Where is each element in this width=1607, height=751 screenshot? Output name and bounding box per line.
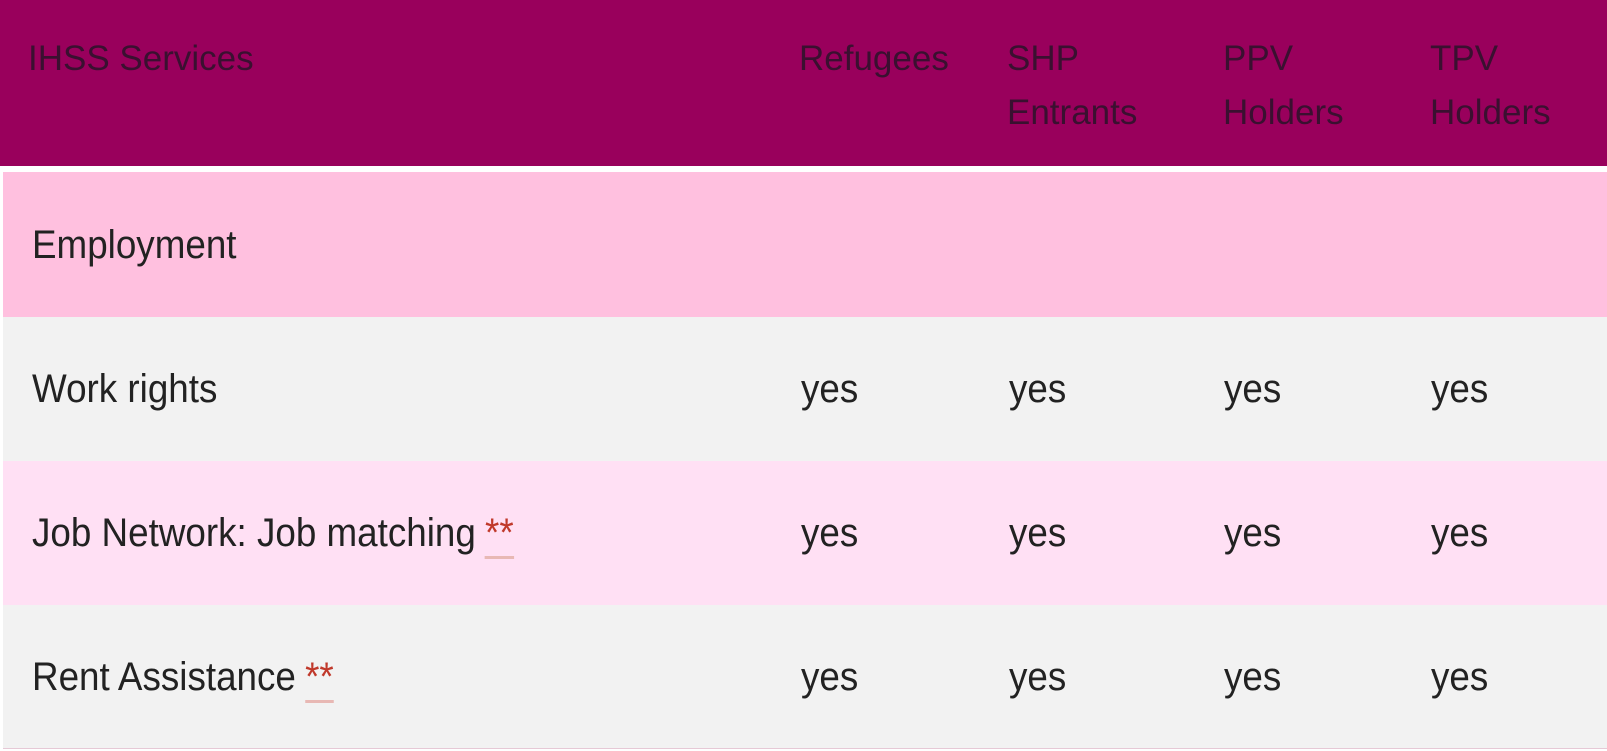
header-ppv-line1: PPV [1223,39,1294,78]
table-row: Rent Assistance ** yes yes yes yes [3,605,1607,749]
service-name: Rent Assistance ** [32,654,334,703]
header-refugees-label: Refugees [799,39,949,78]
tpv-value: yes [1431,367,1489,411]
header-ppv-line2: Holders [1223,93,1344,132]
table-row: Work rights yes yes yes yes [3,317,1607,461]
service-name: Job Network: Job matching ** [32,511,514,559]
table-header-row: IHSS Services Refugees SHP Entrants PPV … [0,0,1607,169]
header-shp-line1: SHP [1007,39,1079,78]
ppv-value: yes [1224,654,1282,699]
tpv-value: yes [1431,654,1489,699]
services-table: IHSS Services Refugees SHP Entrants PPV … [0,0,1607,751]
section-row-employment: Employment [3,172,1607,317]
header-shp-line2: Entrants [1007,93,1138,132]
footnote-link[interactable]: ** [305,654,334,703]
header-ihss-services: IHSS Services [28,32,254,86]
tpv-value: yes [1431,511,1489,555]
service-name-text: Work rights [32,367,218,411]
ppv-value: yes [1224,367,1282,411]
refugees-value: yes [801,367,859,411]
refugees-value: yes [801,654,859,699]
service-name-text: Job Network: Job matching [32,511,476,555]
shp-value: yes [1009,511,1067,555]
header-tpv-holders: TPV Holders [1430,32,1551,140]
header-ihss-services-label: IHSS Services [28,39,254,78]
header-tpv-line2: Holders [1430,93,1551,132]
header-ppv-holders: PPV Holders [1223,32,1344,140]
shp-value: yes [1009,654,1067,699]
refugees-value: yes [801,511,859,555]
section-label: Employment [32,222,237,267]
table-row: Job Network: Job matching ** yes yes yes … [3,461,1607,605]
service-name-text: Rent Assistance [32,654,296,699]
footnote-link[interactable]: ** [485,511,514,559]
service-name: Work rights [32,369,217,409]
ppv-value: yes [1224,511,1282,555]
header-tpv-line1: TPV [1430,39,1499,78]
shp-value: yes [1009,367,1067,411]
header-refugees: Refugees [799,32,949,86]
header-shp-entrants: SHP Entrants [1007,32,1137,140]
